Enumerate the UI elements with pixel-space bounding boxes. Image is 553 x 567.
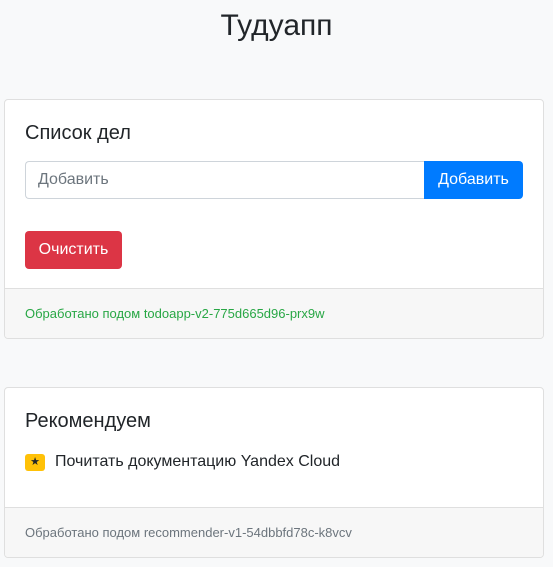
add-button[interactable]: Добавить	[424, 161, 523, 199]
page-title: Тудуапп	[220, 9, 333, 42]
recommend-card-title: Рекомендуем	[25, 410, 151, 432]
recommend-card-footer: Обработано подом recommender-v1-54dbbfd7…	[5, 507, 543, 557]
todo-input[interactable]	[25, 161, 424, 199]
star-icon: ★	[25, 453, 45, 471]
todo-card: Список дел Добавить Очистить Обработано …	[4, 99, 544, 339]
add-todo-group: Добавить	[25, 161, 523, 199]
clear-button[interactable]: Очистить	[25, 231, 122, 269]
recommend-item-text: Почитать документацию Yandex Cloud	[55, 453, 341, 470]
recommend-item: ★ Почитать документацию Yandex Cloud	[25, 452, 340, 472]
recommend-card: Рекомендуем ★ Почитать документацию Yand…	[4, 387, 544, 558]
todo-card-title: Список дел	[25, 122, 131, 144]
todo-card-footer: Обработано подом todoapp-v2-775d665d96-p…	[5, 288, 543, 338]
